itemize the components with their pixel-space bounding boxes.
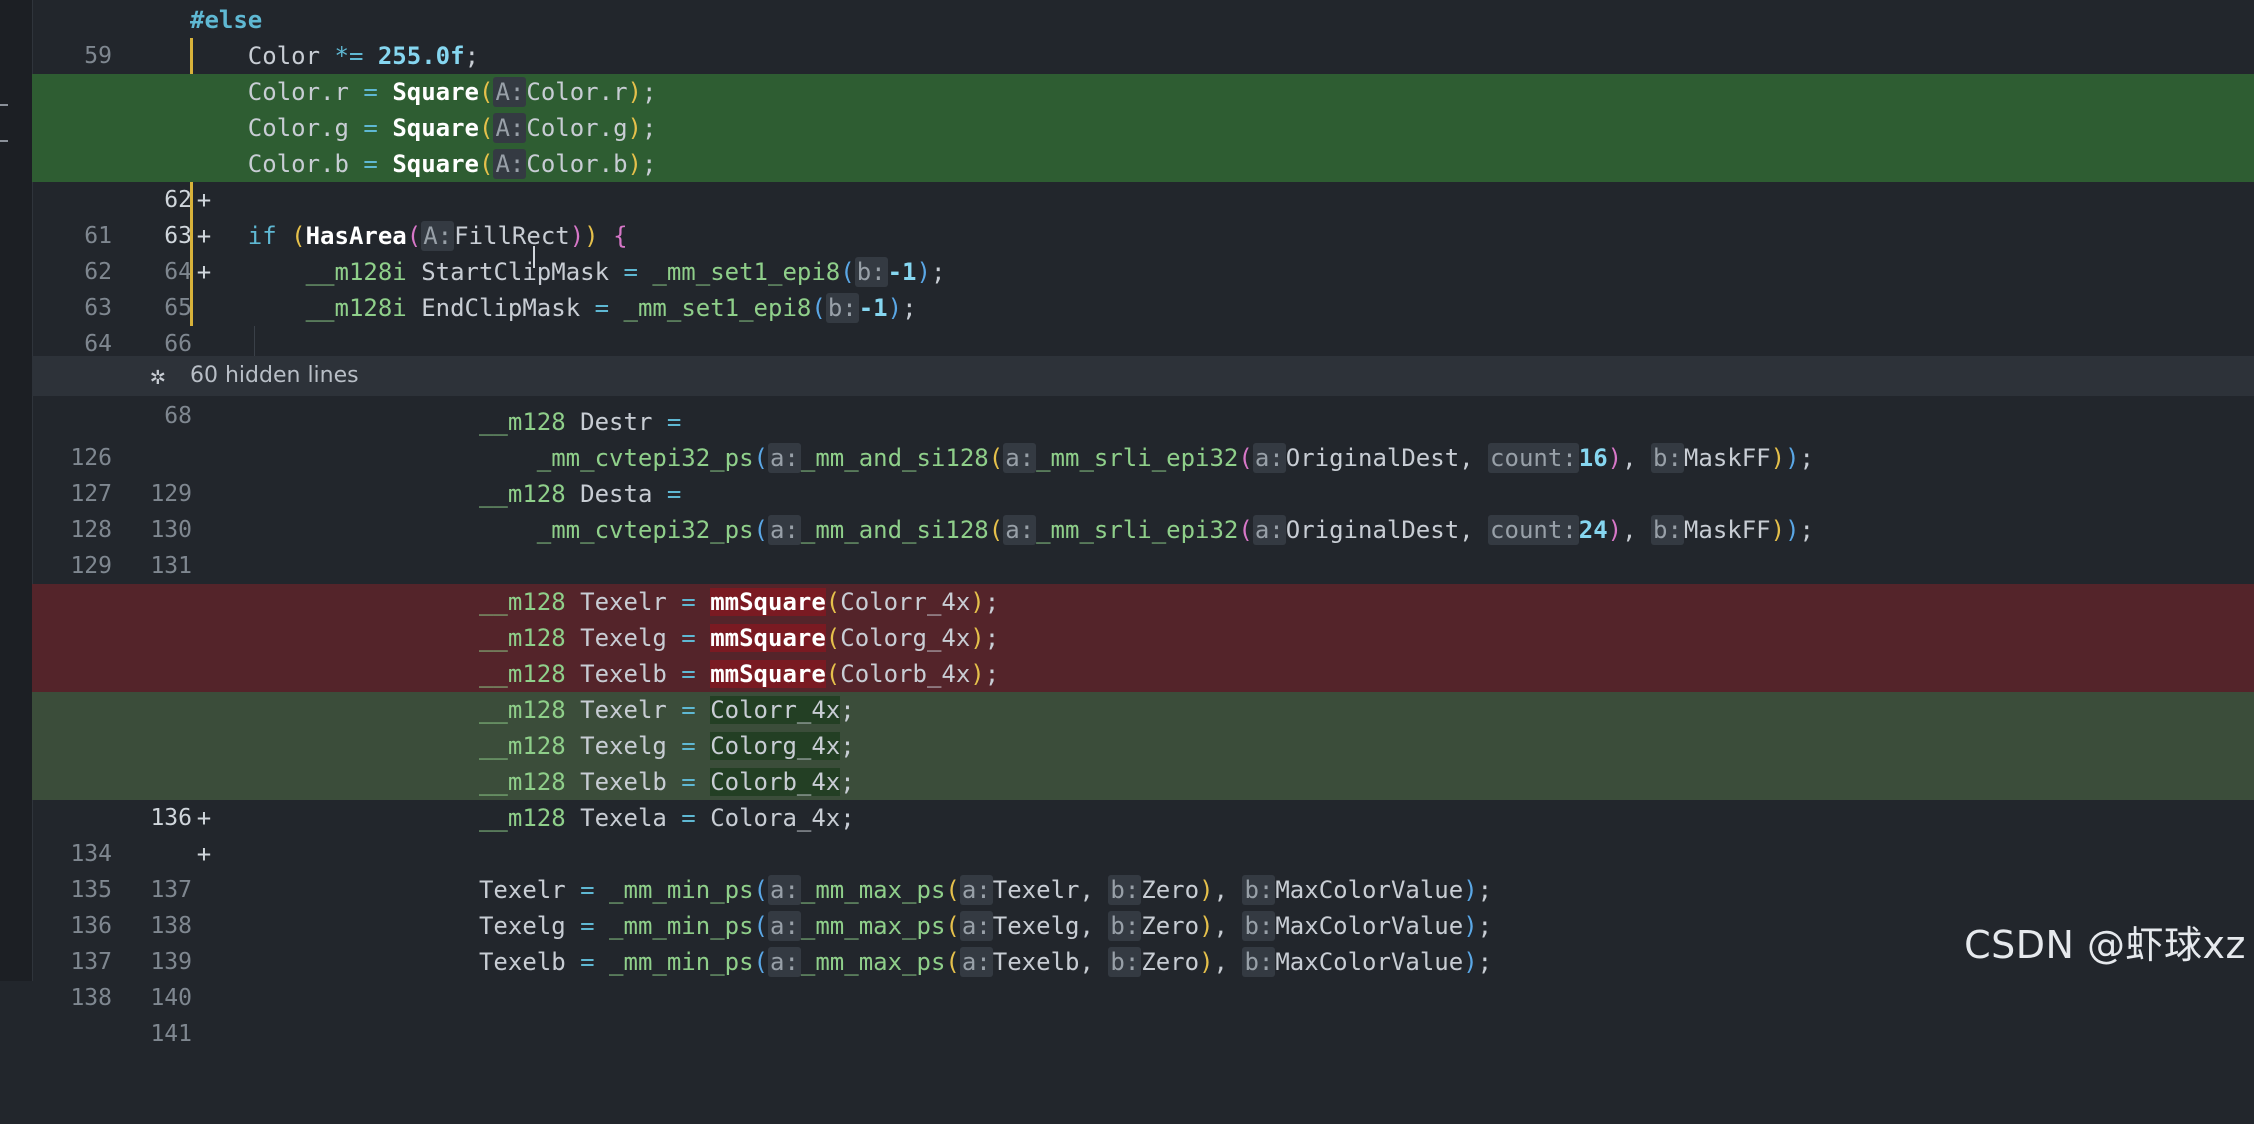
diff-line[interactable]: 135 138: [32, 836, 2254, 939]
inlay-hint: b:: [1108, 947, 1142, 977]
inlay-hint: b:: [1242, 875, 1276, 905]
inlay-hint: a:: [1252, 515, 1286, 545]
inlay-hint: a:: [959, 875, 993, 905]
inlay-hint: b:: [1651, 515, 1684, 545]
diff-line-removed[interactable]: 131 — __m128 Texelr = mmSquare(Colorr_4x…: [32, 584, 2254, 688]
old-line-number: 138: [70, 985, 112, 1011]
inlay-hint: b:: [854, 257, 888, 287]
code-text: __m128 Texelb = mmSquare(Colorb_4x);: [478, 660, 1000, 688]
diff-line-added[interactable]: 61 + Color.r = Square(A:Color.r);: [32, 74, 2254, 214]
gutter-mark: [0, 140, 8, 142]
inlay-hint: A:: [493, 113, 527, 143]
inlay-hint: a:: [1252, 443, 1286, 473]
new-line-number: 140: [150, 985, 192, 1011]
code-text: __m128 Destr =: [478, 408, 682, 436]
code-text: __m128 Texela = Colora_4x;: [478, 804, 855, 832]
inlay-hint: A:: [421, 221, 455, 251]
diff-line-removed[interactable]: 133 — __m128 Texelb = mmSquare(Colorb_4x…: [32, 656, 2254, 760]
watermark: CSDN @虾球xz: [1964, 923, 2246, 967]
code-text: #else: [190, 6, 263, 34]
diff-line[interactable]: 62 65 if (HasArea(A:FillRect)) {: [32, 218, 2254, 321]
code-text: Texelb = _mm_min_ps(a:_mm_max_ps(a:Texel…: [478, 947, 1493, 977]
code-text: Texelr = _mm_min_ps(a:_mm_max_ps(a:Texel…: [478, 875, 1493, 905]
inlay-hint: a:: [768, 947, 801, 977]
code-text: Color *= 255.0f;: [247, 42, 480, 70]
new-line-number: 141: [150, 1021, 192, 1047]
inlay-hint: b:: [1108, 875, 1142, 905]
inlay-hint: b:: [1242, 911, 1276, 941]
inlay-hint: a:: [959, 911, 993, 941]
code-text: _mm_cvtepi32_ps(a:_mm_and_si128(a:_mm_sr…: [536, 515, 1814, 545]
diff-line[interactable]: 59 59 #else: [32, 2, 2254, 105]
hidden-lines-label: 60 hidden lines: [190, 363, 359, 388]
diff-line-added[interactable]: 62 + Color.g = Square(A:Color.g);: [32, 110, 2254, 250]
hidden-lines-fold[interactable]: ✲ 60 hidden lines: [32, 356, 2254, 396]
fold-expand-icon[interactable]: ✲: [150, 356, 166, 396]
code-text: Color.g = Square(A:Color.g);: [247, 113, 657, 143]
inlay-hint: A:: [493, 77, 527, 107]
inlay-hint: a:: [1003, 515, 1037, 545]
diff-line[interactable]: 136 139 Texelr = _mm_min_ps(a:_mm_max_ps…: [32, 872, 2254, 975]
text-cursor-icon: [533, 246, 535, 268]
diff-line[interactable]: 61 64: [32, 182, 2254, 285]
code-text: _mm_cvtepi32_ps(a:_mm_and_si128(a:_mm_sr…: [536, 443, 1814, 473]
inlay-hint: a:: [767, 443, 801, 473]
activity-gutter: [0, 0, 33, 981]
inlay-hint: b:: [1651, 443, 1684, 473]
diff-line[interactable]: 134 137 __m128 Texela = Colora_4x;: [32, 800, 2254, 903]
inlay-hint: a:: [1003, 443, 1037, 473]
diff-editor[interactable]: 59 59 #else 60 60 Color *= 255.0f; 61 + …: [0, 0, 2254, 1047]
gutter-mark: [0, 104, 8, 106]
diff-line[interactable]: 137 140 Texelg = _mm_min_ps(a:_mm_max_ps…: [32, 908, 2254, 1011]
diff-line-added[interactable]: 136 + __m128 Texelb = Colorb_4x;: [32, 764, 2254, 868]
diff-line[interactable]: 63 66 __m128i StartClipMask = _mm_set1_e…: [32, 254, 2254, 357]
diff-line-removed[interactable]: 132 — __m128 Texelg = mmSquare(Colorg_4x…: [32, 620, 2254, 724]
diff-line[interactable]: 138 141 Texelb = _mm_min_ps(a:_mm_max_ps…: [32, 944, 2254, 1047]
code-text: __m128 Texelr = Colorr_4x;: [478, 696, 855, 724]
diff-line-added[interactable]: 135 + __m128 Texelg = Colorg_4x;: [32, 728, 2254, 832]
inlay-hint: A:: [493, 149, 527, 179]
code-text: __m128i StartClipMask = _mm_set1_epi8(b:…: [305, 257, 946, 287]
inlay-hint: a:: [768, 911, 801, 941]
code-text: Color.r = Square(A:Color.r);: [247, 77, 657, 107]
inlay-hint: count:: [1488, 515, 1579, 545]
code-text: Texelg = _mm_min_ps(a:_mm_max_ps(a:Texel…: [478, 911, 1493, 941]
diff-line[interactable]: 129 132 _mm_cvtepi32_ps(a:_mm_and_si128(…: [32, 512, 2254, 615]
inlay-hint: b:: [1242, 947, 1276, 977]
inlay-hint: b:: [1108, 911, 1142, 941]
inlay-hint: a:: [959, 947, 993, 977]
inlay-hint: a:: [767, 515, 801, 545]
diff-line-added[interactable]: 134 + __m128 Texelr = Colorr_4x;: [32, 692, 2254, 796]
code-text: __m128 Texelg = Colorg_4x;: [478, 732, 855, 760]
diff-line[interactable]: 127 130 _mm_cvtepi32_ps(a:_mm_and_si128(…: [32, 440, 2254, 543]
diff-line[interactable]: 64 67 __m128i EndClipMask = _mm_set1_epi…: [32, 290, 2254, 393]
code-text: __m128 Texelr = mmSquare(Colorr_4x);: [478, 588, 1000, 616]
inlay-hint: a:: [768, 875, 801, 905]
code-text: __m128i EndClipMask = _mm_set1_epi8(b:-1…: [305, 293, 917, 323]
diff-line-added[interactable]: 63 + Color.b = Square(A:Color.b);: [32, 146, 2254, 286]
diff-line[interactable]: 126 129 __m128 Destr =: [32, 404, 2254, 507]
inlay-hint: count:: [1488, 443, 1579, 473]
code-text: Color.b = Square(A:Color.b);: [247, 149, 657, 179]
code-text: __m128 Texelg = mmSquare(Colorg_4x);: [478, 624, 1000, 652]
diff-line[interactable]: 60 60 Color *= 255.0f;: [32, 38, 2254, 141]
code-text: __m128 Texelb = Colorb_4x;: [478, 768, 855, 796]
code-text: __m128 Desta =: [478, 480, 682, 508]
code-text: if (HasArea(A:FillRect)) {: [247, 221, 628, 251]
modified-indicator: [190, 182, 193, 218]
diff-line[interactable]: 130 133: [32, 548, 2254, 651]
inlay-hint: b:: [825, 293, 859, 323]
diff-line[interactable]: 128 131 __m128 Desta =: [32, 476, 2254, 579]
